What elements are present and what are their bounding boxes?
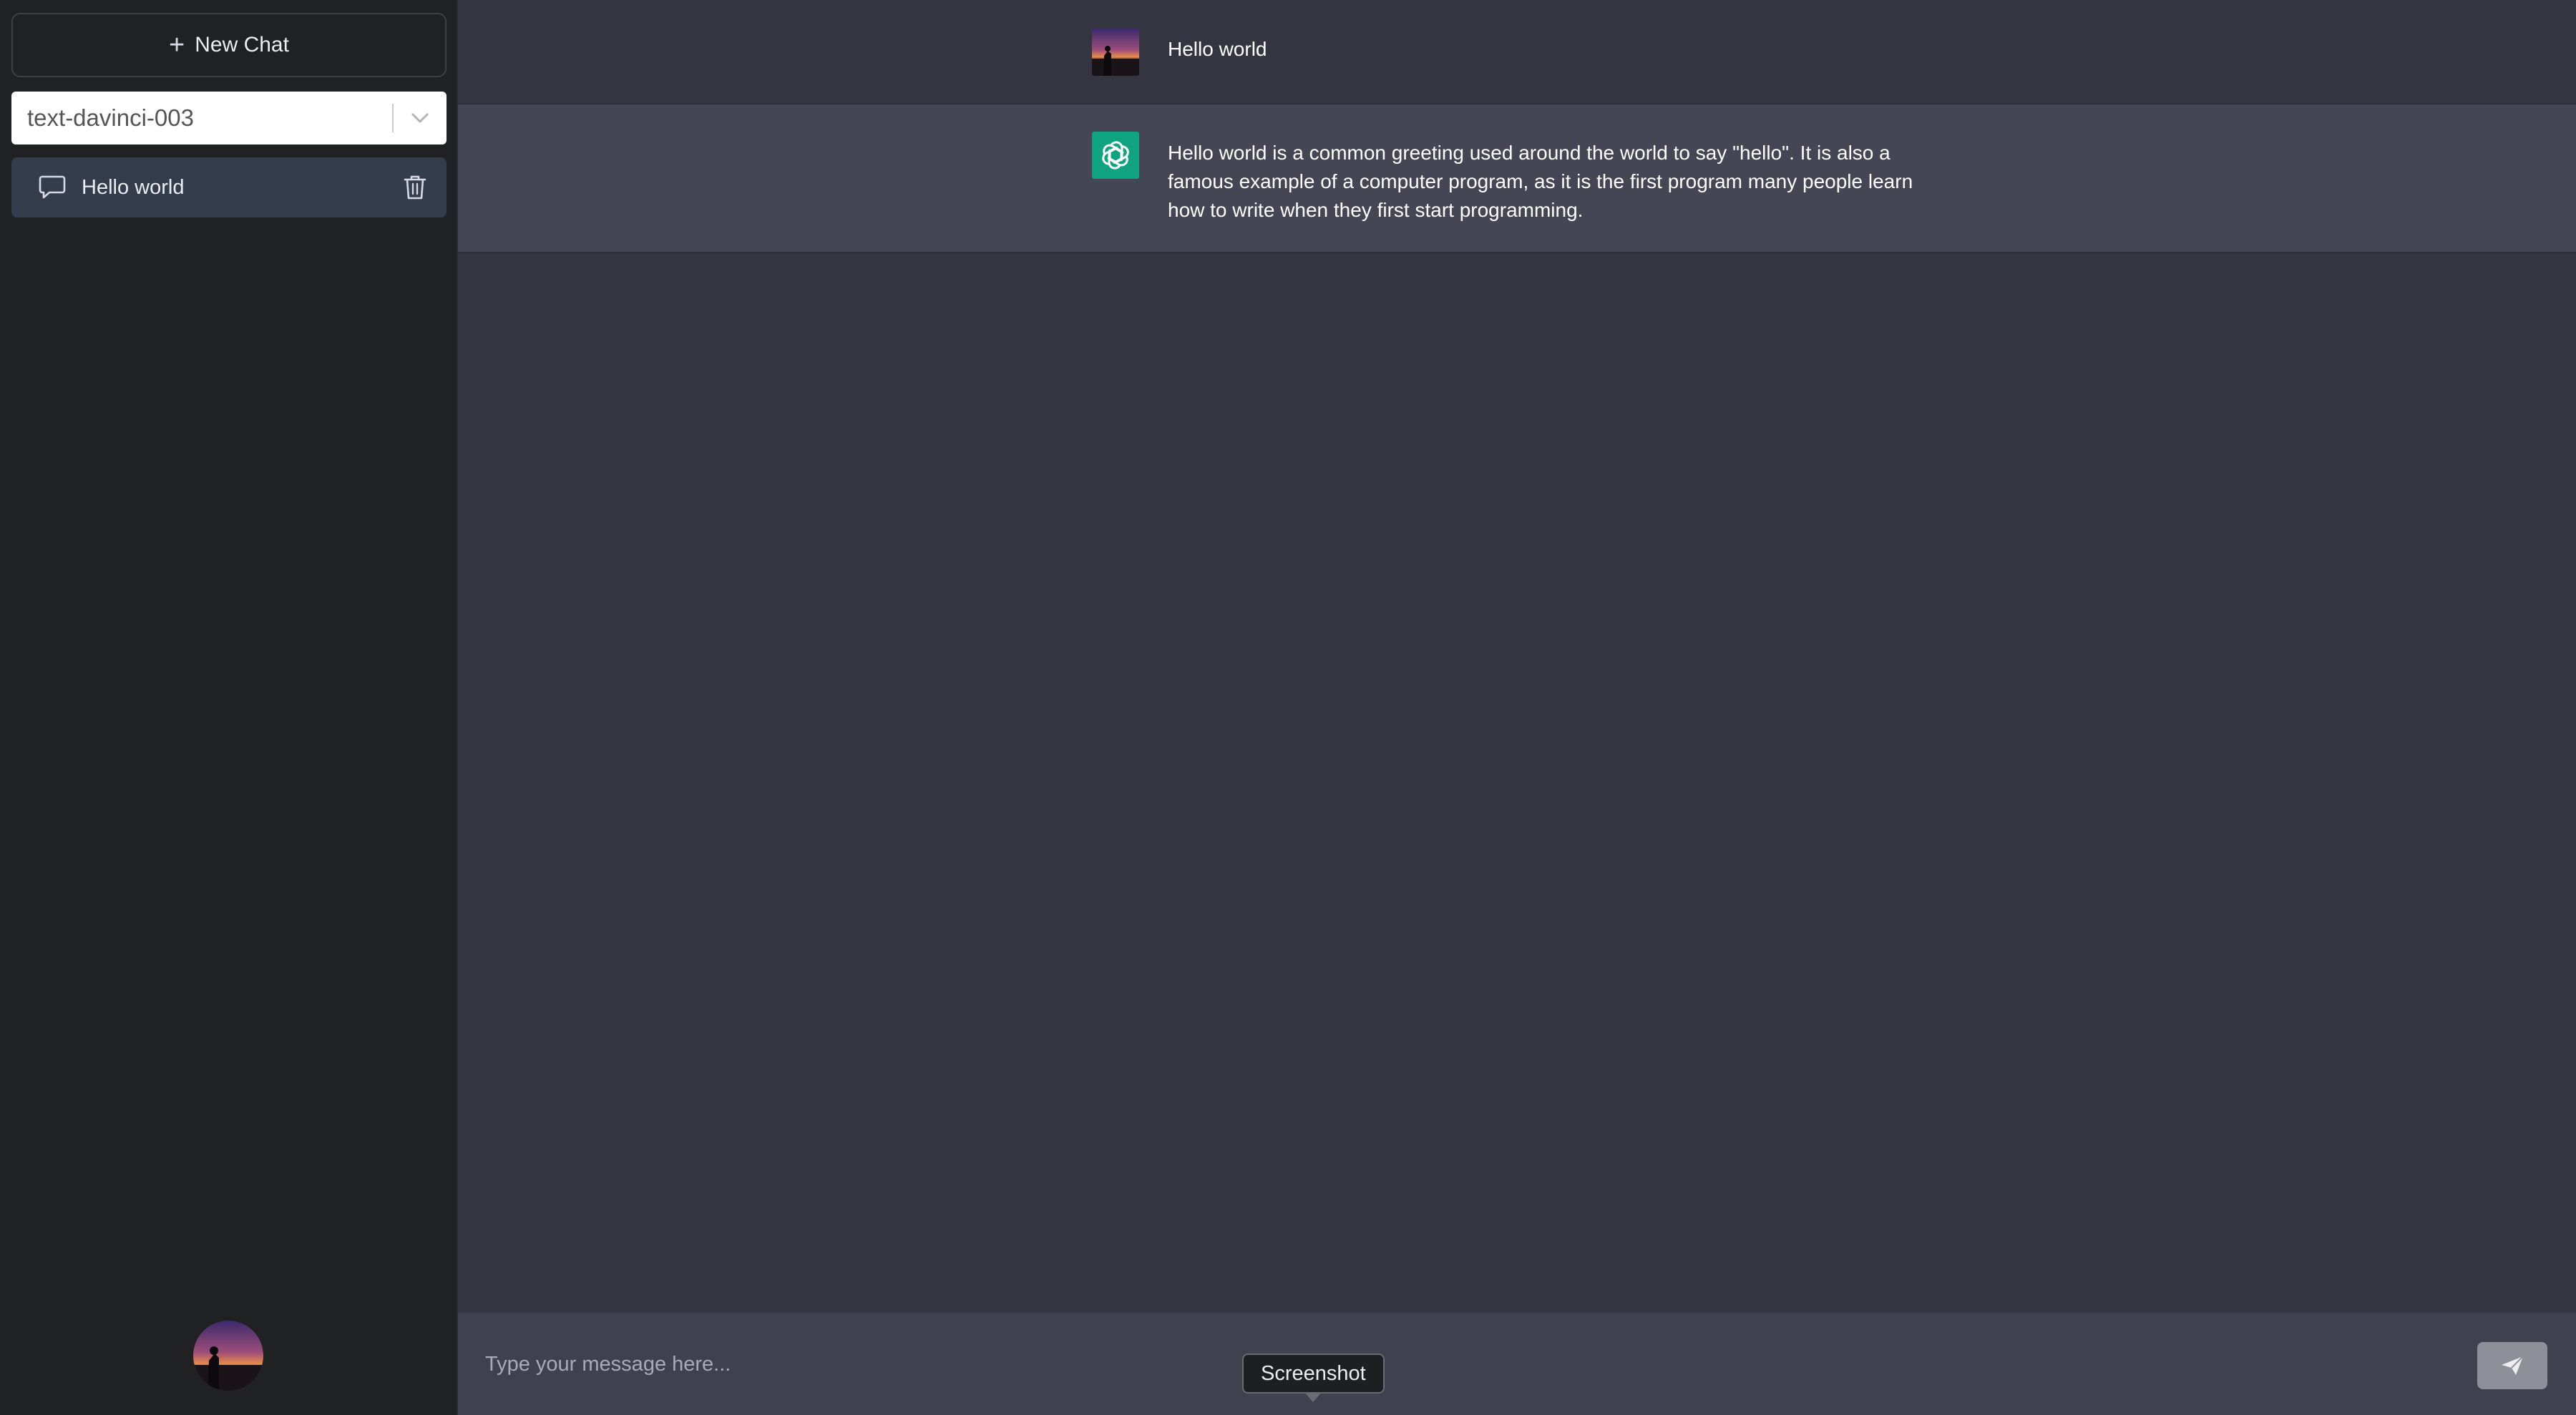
message-input[interactable] [484, 1339, 2344, 1389]
user-message-avatar [1092, 29, 1139, 76]
send-icon [2500, 1355, 2524, 1376]
chat-bubble-icon [39, 173, 67, 202]
trash-icon[interactable] [398, 170, 432, 205]
send-button[interactable] [2477, 1342, 2547, 1389]
app-window: + New Chat text-davinci-003 Hello world [0, 0, 2576, 1415]
new-chat-button[interactable]: + New Chat [11, 13, 447, 77]
assistant-message-text: Hello world is a common greeting used ar… [1168, 142, 1913, 221]
chat-main: Hello world Hello world is a common gree… [458, 0, 2576, 1415]
model-select[interactable]: text-davinci-003 [11, 92, 447, 145]
tooltip-label: Screenshot [1261, 1361, 1366, 1385]
new-chat-label: New Chat [195, 33, 289, 57]
message-row-assistant: Hello world is a common greeting used ar… [458, 104, 2576, 253]
message-row-user: Hello world [458, 0, 2576, 104]
model-select-value: text-davinci-003 [27, 104, 194, 131]
message-composer [458, 1312, 2576, 1415]
conversation-title: Hello world [82, 175, 185, 199]
plus-icon: + [169, 30, 185, 60]
conversation-item[interactable]: Hello world [11, 157, 447, 217]
openai-logo-icon [1092, 132, 1139, 179]
chevron-down-icon[interactable] [394, 92, 447, 145]
sidebar: + New Chat text-davinci-003 Hello world [0, 0, 458, 1415]
user-message-text: Hello world [1168, 38, 1267, 60]
user-avatar[interactable] [193, 1321, 263, 1391]
screenshot-tooltip: Screenshot [1242, 1353, 1385, 1402]
